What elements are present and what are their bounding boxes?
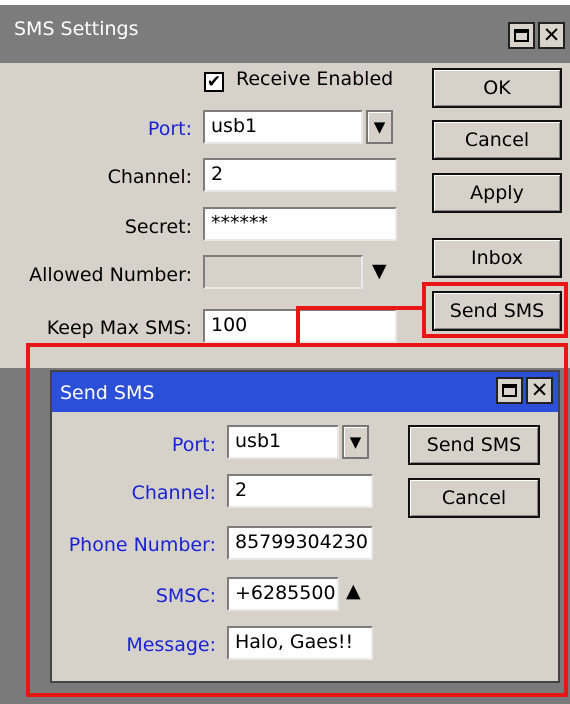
maximize-icon [514, 29, 529, 42]
port-dropdown-button[interactable]: ▼ [366, 110, 393, 144]
highlight-connector-vertical [296, 306, 300, 346]
receive-enabled-checkbox[interactable]: ✔ [204, 72, 224, 92]
allowed-number-field[interactable] [203, 255, 363, 289]
allowed-number-expand-icon[interactable]: ▼ [372, 260, 387, 282]
cancel-button[interactable]: Cancel [432, 120, 562, 160]
highlight-connector-horizontal [296, 306, 426, 310]
allowed-number-label: Allowed Number: [29, 264, 192, 286]
secret-label: Secret: [124, 216, 192, 238]
close-button[interactable]: ✕ [538, 22, 565, 49]
keep-max-sms-field[interactable]: 100 [203, 309, 397, 343]
channel-field[interactable]: 2 [203, 158, 397, 192]
dropdown-arrow-icon: ▼ [373, 117, 386, 136]
apply-button[interactable]: Apply [432, 173, 562, 213]
port-select[interactable]: usb1 [203, 110, 363, 144]
send-sms-dialog-highlight [26, 343, 568, 697]
inbox-button[interactable]: Inbox [432, 238, 562, 278]
port-label: Port: [147, 118, 192, 140]
secret-field[interactable]: ****** [203, 207, 397, 241]
maximize-button[interactable] [508, 22, 535, 49]
channel-label: Channel: [107, 166, 192, 188]
receive-enabled-label: Receive Enabled [236, 68, 394, 90]
sms-settings-title: SMS Settings [14, 18, 139, 40]
send-sms-button-highlight [422, 282, 568, 338]
close-icon: ✕ [542, 23, 561, 47]
check-icon: ✔ [206, 71, 222, 92]
keep-max-sms-label: Keep Max SMS: [46, 317, 192, 339]
ok-button[interactable]: OK [432, 68, 562, 108]
